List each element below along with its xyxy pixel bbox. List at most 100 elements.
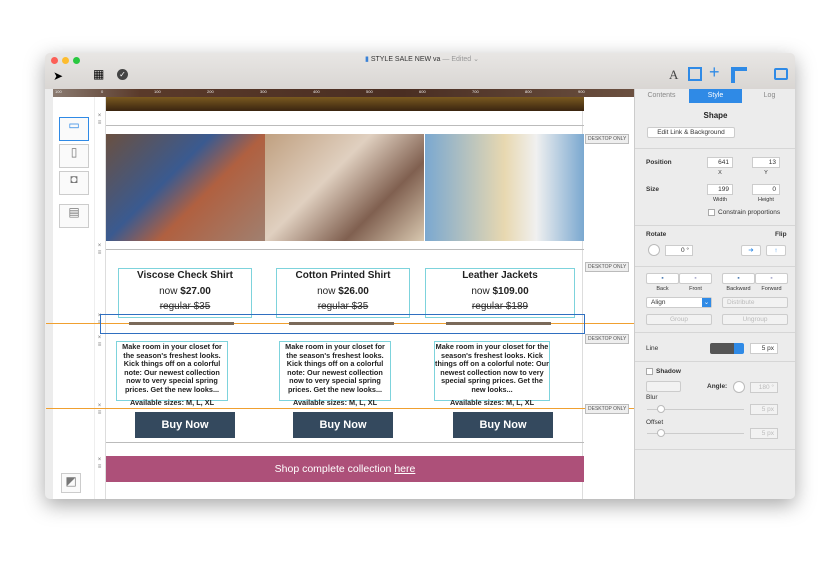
height-field[interactable]: 0: [752, 184, 780, 195]
flip-vertical-button[interactable]: ↑: [766, 245, 786, 256]
template-view-icon[interactable]: ▤: [59, 204, 89, 228]
row-handle[interactable]: ×≡: [95, 457, 104, 471]
blur-field[interactable]: 5 px: [750, 404, 778, 415]
row-handle[interactable]: ×≡: [95, 243, 104, 257]
corner-tool-icon[interactable]: [731, 67, 747, 83]
front-icon[interactable]: ▪: [679, 273, 712, 284]
constrain-label: Constrain proportions: [718, 209, 781, 216]
chevron-down-icon: ⌄: [702, 298, 711, 307]
watch-view-icon[interactable]: ◘: [59, 171, 89, 195]
now-label: now: [471, 286, 490, 297]
line-width-field[interactable]: 5 px: [750, 343, 778, 354]
flip-horizontal-button[interactable]: ➜: [741, 245, 761, 256]
angle-label: Angle:: [707, 383, 728, 390]
front-label: Front: [689, 286, 702, 292]
send-icon[interactable]: ➤: [53, 69, 63, 83]
distribute-select[interactable]: Distribute: [722, 297, 788, 308]
desktop-only-badge[interactable]: DESKTOP ONLY: [585, 134, 630, 144]
product-image[interactable]: [425, 134, 584, 241]
color-picker-icon[interactable]: [734, 343, 744, 354]
now-label: now: [159, 286, 178, 297]
zoom-button[interactable]: [73, 57, 80, 64]
separator-line[interactable]: [129, 322, 234, 325]
forward-label: Forward: [761, 286, 782, 292]
edit-link-button[interactable]: Edit Link & Background: [647, 127, 735, 138]
edited-status[interactable]: — Edited ⌄: [442, 56, 479, 63]
backward-icon[interactable]: ▪: [722, 273, 755, 284]
rotate-dial[interactable]: [648, 244, 660, 256]
divider: [106, 442, 584, 443]
product-image[interactable]: [265, 134, 424, 241]
desktop-only-badge[interactable]: DESKTOP ONLY: [585, 262, 630, 272]
tab-style[interactable]: Style: [689, 89, 742, 103]
device-sidebar: ▭ ▯ ◘ ▤ ◩: [53, 97, 95, 499]
ruler-tick-label: 900: [578, 89, 585, 94]
text-tool-icon[interactable]: A: [669, 67, 678, 83]
row-handle[interactable]: ×≡: [95, 403, 104, 417]
sizes-text: Available sizes: M, L, XL: [449, 397, 535, 407]
product-name: Viscose Check Shirt: [137, 270, 233, 281]
tab-log[interactable]: Log: [743, 89, 795, 103]
devices-icon[interactable]: ▦: [93, 67, 104, 81]
desktop-view-icon[interactable]: ▭: [59, 117, 89, 141]
rotate-field[interactable]: 0 °: [665, 245, 693, 256]
minimize-button[interactable]: [62, 57, 69, 64]
product-card: Cotton Printed Shirt now $26.00 regular …: [276, 268, 410, 318]
x-label: X: [718, 170, 722, 176]
close-button[interactable]: [51, 57, 58, 64]
x-field[interactable]: 641: [707, 157, 733, 168]
width-field[interactable]: 199: [707, 184, 733, 195]
blur-slider-knob[interactable]: [657, 405, 665, 413]
back-label: Back: [656, 286, 669, 292]
shadow-checkbox[interactable]: [646, 368, 653, 375]
angle-dial[interactable]: [733, 381, 745, 393]
buy-now-button[interactable]: Buy Now: [453, 412, 553, 438]
offset-slider-knob[interactable]: [657, 429, 665, 437]
buy-now-button[interactable]: Buy Now: [293, 412, 393, 438]
title-bar: ▮ STYLE SALE NEW va — Edited ⌄ ➤ ▦ ✓ A +: [45, 53, 795, 89]
separator-line[interactable]: [446, 322, 551, 325]
y-label: Y: [764, 170, 768, 176]
group-button[interactable]: Group: [646, 314, 712, 325]
panel-toggle-icon[interactable]: [774, 68, 788, 80]
product-card: Viscose Check Shirt now $27.00 regular $…: [118, 268, 252, 318]
ruler-tick-label: 400: [313, 89, 320, 94]
back-icon[interactable]: ▪: [646, 273, 679, 284]
layout-tool-icon[interactable]: [688, 67, 702, 81]
row-handle[interactable]: ×≡: [95, 335, 104, 349]
constrain-checkbox[interactable]: [708, 209, 715, 216]
divider: [635, 361, 795, 362]
line-color-swatch[interactable]: [710, 343, 735, 354]
ruler-tick-label: 500: [366, 89, 373, 94]
desktop-only-badge[interactable]: DESKTOP ONLY: [585, 334, 630, 344]
forward-icon[interactable]: ▪: [755, 273, 788, 284]
ungroup-button[interactable]: Ungroup: [722, 314, 788, 325]
desktop-only-badge[interactable]: DESKTOP ONLY: [585, 404, 630, 414]
angle-field[interactable]: 180 °: [750, 382, 778, 393]
product-image[interactable]: [106, 134, 265, 241]
phone-view-icon[interactable]: ▯: [59, 144, 89, 168]
add-tool-icon[interactable]: +: [709, 62, 720, 83]
align-value: Align: [651, 299, 666, 306]
guide-line: [46, 408, 646, 409]
row-handle[interactable]: ×≡: [95, 113, 104, 127]
shadow-label: Shadow: [656, 368, 681, 375]
separator-line[interactable]: [289, 322, 394, 325]
offset-field[interactable]: 5 px: [750, 428, 778, 439]
product-description: Make room in your closet for the season'…: [434, 341, 550, 407]
banner-link[interactable]: here: [394, 463, 415, 475]
align-select[interactable]: Align ⌄: [646, 297, 712, 308]
layers-icon[interactable]: ◩: [61, 473, 81, 493]
line-label: Line: [646, 345, 659, 352]
ruler-tick-label: 100: [55, 89, 62, 94]
y-field[interactable]: 13: [752, 157, 780, 168]
buy-now-button[interactable]: Buy Now: [135, 412, 235, 438]
tab-contents[interactable]: Contents: [635, 89, 688, 103]
check-icon[interactable]: ✓: [117, 69, 128, 80]
shadow-color-swatch[interactable]: [646, 381, 681, 392]
product-card: Leather Jackets now $109.00 regular $189: [425, 268, 575, 318]
canvas: ▭ ▯ ◘ ▤ ◩ ×≡ ×≡ ×≡ ×≡ ×≡ ×≡ Viscose Chec…: [46, 97, 646, 499]
regular-price: regular $35: [159, 301, 211, 312]
regular-price: regular $35: [317, 301, 369, 312]
blur-label: Blur: [646, 394, 658, 401]
